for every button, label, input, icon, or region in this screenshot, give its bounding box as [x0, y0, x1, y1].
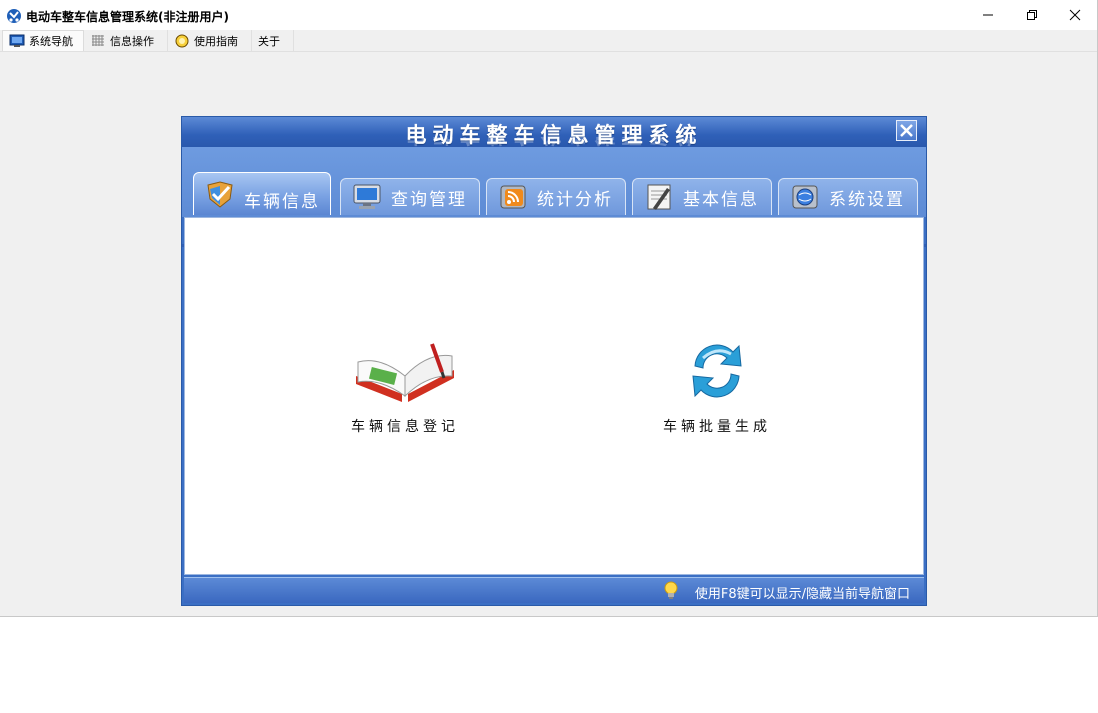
dialog-status-bar: 使用F8键可以显示/隐藏当前导航窗口 — [184, 577, 924, 603]
menu-item-label: 系统导航 — [29, 35, 73, 48]
minimize-icon — [983, 14, 993, 16]
menu-item-system-nav[interactable]: 系统导航 — [2, 30, 84, 51]
tab-label: 查询管理 — [391, 189, 467, 210]
shield-check-icon — [207, 181, 233, 208]
tab-label: 基本信息 — [683, 189, 759, 210]
close-icon — [1069, 9, 1081, 21]
close-button[interactable] — [1053, 0, 1097, 30]
function-label: 车辆批量生成 — [663, 419, 771, 435]
lightbulb-icon — [664, 581, 678, 599]
dialog-close-button[interactable] — [896, 120, 917, 141]
grid-icon — [92, 34, 104, 46]
compass-icon — [175, 34, 189, 47]
tab-statistics[interactable]: 统计分析 — [486, 178, 626, 215]
navigation-dialog: 电动车整车信息管理系统 电动车整车信息管理系统 车辆信息 — [181, 116, 927, 606]
refresh-arrows-icon — [692, 344, 742, 398]
window-title: 电动车整车信息管理系统(非注册用户) — [26, 10, 229, 24]
tab-label: 系统设置 — [829, 189, 905, 210]
menu-item-label: 使用指南 — [194, 34, 238, 48]
restore-icon — [1027, 10, 1037, 20]
vehicle-batch-generate-button[interactable]: 车辆批量生成 — [637, 336, 797, 436]
tab-system-settings[interactable]: 系统设置 — [778, 178, 918, 215]
content-panel: 车辆信息登记 车辆批量生成 — [184, 217, 924, 575]
app-logo-icon — [7, 9, 21, 23]
menu-item-label: 信息操作 — [110, 34, 154, 48]
vehicle-register-button[interactable]: 车辆信息登记 — [325, 336, 485, 436]
dialog-header: 电动车整车信息管理系统 电动车整车信息管理系统 — [182, 117, 926, 147]
menu-bar: 系统导航 信息操作 使用指南 关于 — [0, 30, 1097, 52]
tab-vehicle-info[interactable]: 车辆信息 — [193, 172, 331, 215]
minimize-button[interactable] — [966, 0, 1010, 30]
tab-label: 统计分析 — [537, 189, 613, 210]
app-window: 电动车整车信息管理系统(非注册用户) 系统导航 信息操作 使用指南 关于 电动车… — [0, 0, 1098, 617]
monitor-icon — [9, 34, 25, 47]
notepad-icon — [647, 184, 671, 210]
restore-button[interactable] — [1010, 0, 1054, 30]
tab-strip: 车辆信息 查询管理 统计分析 基本信息 系统设置 — [182, 147, 926, 247]
tab-label: 车辆信息 — [244, 192, 320, 212]
tab-basic-info[interactable]: 基本信息 — [632, 178, 772, 215]
menu-item-info-ops[interactable]: 信息操作 — [84, 30, 168, 51]
tab-query-management[interactable]: 查询管理 — [340, 178, 480, 215]
status-hint: 使用F8键可以显示/隐藏当前导航窗口 — [694, 587, 910, 602]
menu-item-label: 关于 — [258, 34, 280, 48]
globe-window-icon — [792, 185, 818, 209]
function-label: 车辆信息登记 — [351, 419, 459, 435]
menu-item-about[interactable]: 关于 — [252, 30, 294, 51]
computer-icon — [353, 184, 381, 209]
close-icon — [900, 124, 913, 137]
open-book-icon — [356, 343, 454, 402]
rss-icon — [500, 185, 526, 209]
menu-item-user-guide[interactable]: 使用指南 — [168, 30, 252, 51]
title-bar[interactable]: 电动车整车信息管理系统(非注册用户) — [0, 0, 1097, 30]
